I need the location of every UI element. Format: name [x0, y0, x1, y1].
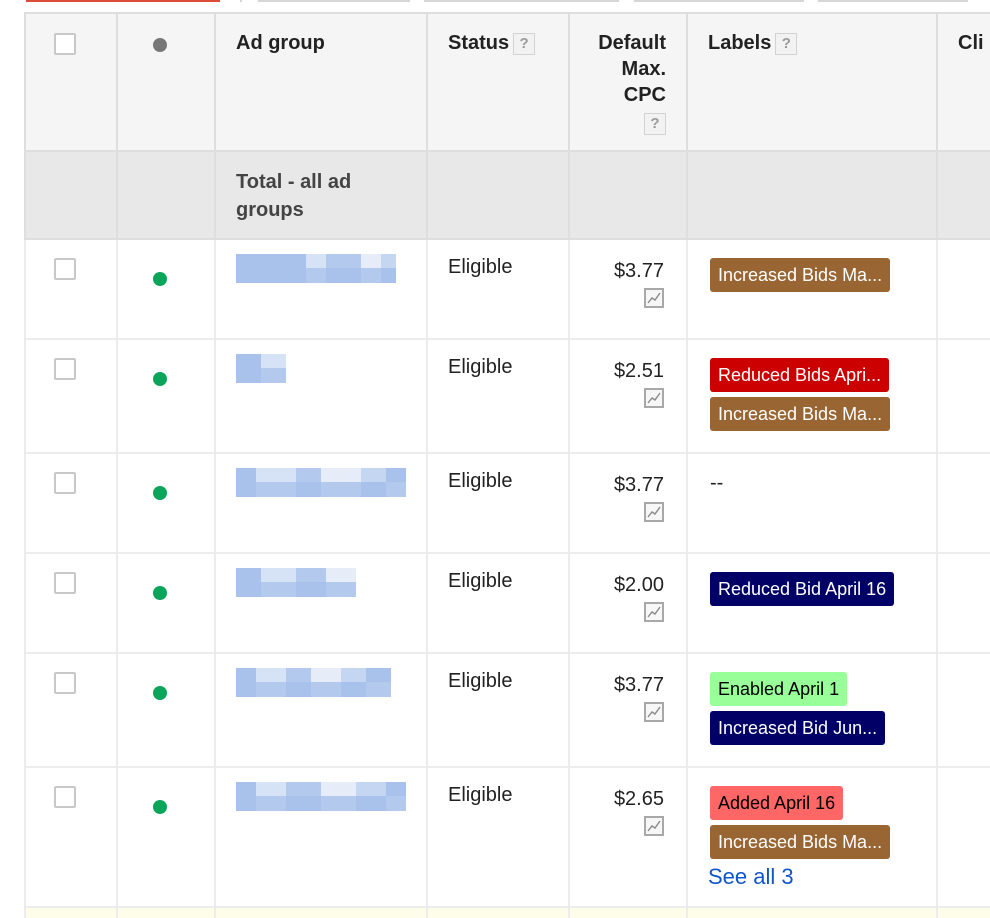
column-header-clicks[interactable]: Cli	[938, 14, 990, 56]
label-chip[interactable]: Increased Bid Jun...	[710, 711, 886, 745]
ad-group-name-link[interactable]	[236, 468, 426, 552]
row-checkbox[interactable]	[54, 786, 76, 808]
table-row[interactable]: Eligible $2.65 Added April 16 Increased B…	[24, 766, 990, 908]
label-chip[interactable]: Reduced Bid April 16	[710, 572, 895, 606]
status-value: Eligible	[448, 570, 513, 592]
enabled-status-dot-icon[interactable]	[153, 686, 167, 700]
row-checkbox[interactable]	[54, 572, 76, 594]
ad-group-name-link[interactable]	[236, 568, 426, 652]
label-chip[interactable]: Increased Bids Ma...	[710, 258, 891, 292]
status-value: Eligible	[448, 256, 513, 278]
status-value: Eligible	[448, 670, 513, 692]
total-clicks: 2	[938, 152, 990, 191]
labels-cell: --	[688, 454, 936, 507]
bid-trend-chart-icon[interactable]	[644, 602, 664, 622]
footer-row	[24, 906, 990, 918]
status-value: Eligible	[448, 470, 513, 492]
enabled-status-dot-icon[interactable]	[153, 272, 167, 286]
header-clicks[interactable]: Cli	[936, 12, 990, 152]
help-icon[interactable]: ?	[513, 32, 536, 55]
labels-cell: Reduced Bid April 16	[688, 554, 936, 623]
cpc-value[interactable]: $3.77	[614, 474, 664, 496]
table-row[interactable]: Eligible $3.77 Enabled April 1 Increased …	[24, 652, 990, 768]
cpc-value[interactable]: $2.65	[614, 788, 664, 810]
tab[interactable]	[424, 0, 619, 2]
header-status[interactable]: Status?	[426, 12, 570, 152]
labels-cell: Added April 16 Increased Bids Ma... See al…	[688, 768, 936, 902]
tab-strip	[0, 0, 990, 3]
labels-cell: Reduced Bids Apri... Increased Bids Ma...	[688, 340, 936, 448]
status-value: Eligible	[448, 784, 513, 806]
row-checkbox[interactable]	[54, 358, 76, 380]
header-status-dot-cell	[116, 12, 216, 152]
bid-trend-chart-icon[interactable]	[644, 388, 664, 408]
bid-trend-chart-icon[interactable]	[644, 288, 664, 308]
cpc-value[interactable]: $3.77	[614, 260, 664, 282]
total-label: Total - all ad groups	[236, 171, 352, 221]
table-row[interactable]: Eligible $3.77 Increased Bids Ma...	[24, 238, 990, 340]
cpc-value[interactable]: $2.00	[614, 574, 664, 596]
tab[interactable]	[818, 0, 968, 2]
status-value: Eligible	[448, 356, 513, 378]
header-row: Ad group Status? Default Max. CPC ? Labe…	[24, 12, 990, 152]
status-filter-dot-icon[interactable]	[153, 38, 167, 52]
tab-divider	[240, 0, 242, 2]
tab-active[interactable]	[26, 0, 220, 2]
ad-group-name-link[interactable]	[236, 254, 426, 338]
column-header-ad-group[interactable]: Ad group	[216, 14, 426, 56]
label-chip[interactable]: Added April 16	[710, 786, 844, 820]
total-row: Total - all ad groups 2	[24, 150, 990, 240]
row-checkbox[interactable]	[54, 672, 76, 694]
enabled-status-dot-icon[interactable]	[153, 486, 167, 500]
column-header-default-max-cpc[interactable]: Default Max. CPC	[598, 32, 666, 106]
bid-trend-chart-icon[interactable]	[644, 816, 664, 836]
cpc-value[interactable]: $2.51	[614, 360, 664, 382]
table-row[interactable]: Eligible $2.51 Reduced Bids Apri... Incre…	[24, 338, 990, 454]
column-header-status[interactable]: Status	[448, 32, 509, 54]
header-labels[interactable]: Labels?	[686, 12, 938, 152]
cpc-value[interactable]: $3.77	[614, 674, 664, 696]
table-row[interactable]: Eligible $2.00 Reduced Bid April 16	[24, 552, 990, 654]
label-chip[interactable]: Increased Bids Ma...	[710, 825, 891, 859]
help-icon[interactable]: ?	[644, 112, 666, 135]
column-header-labels[interactable]: Labels	[708, 32, 771, 54]
header-default-max-cpc[interactable]: Default Max. CPC ?	[568, 12, 688, 152]
bid-trend-chart-icon[interactable]	[644, 702, 664, 722]
tab[interactable]	[258, 0, 410, 2]
help-icon[interactable]: ?	[775, 32, 798, 55]
table-row[interactable]: Eligible $3.77 --	[24, 452, 990, 554]
select-all-checkbox[interactable]	[54, 33, 76, 55]
header-ad-group[interactable]: Ad group	[214, 12, 428, 152]
enabled-status-dot-icon[interactable]	[153, 800, 167, 814]
enabled-status-dot-icon[interactable]	[153, 586, 167, 600]
ad-group-name-link[interactable]	[236, 354, 426, 438]
ad-group-name-link[interactable]	[236, 668, 426, 752]
label-chip[interactable]: Reduced Bids Apri...	[710, 358, 890, 392]
header-select-cell	[24, 12, 118, 152]
ad-groups-table: Ad group Status? Default Max. CPC ? Labe…	[24, 12, 990, 918]
enabled-status-dot-icon[interactable]	[153, 372, 167, 386]
row-checkbox[interactable]	[54, 258, 76, 280]
no-labels: --	[710, 472, 724, 494]
row-checkbox[interactable]	[54, 472, 76, 494]
label-chip[interactable]: Increased Bids Ma...	[710, 397, 891, 431]
see-all-labels-link[interactable]: See all 3	[708, 864, 794, 890]
label-chip[interactable]: Enabled April 1	[710, 672, 848, 706]
labels-cell: Enabled April 1 Increased Bid Jun...	[688, 654, 936, 762]
tab[interactable]	[634, 0, 804, 2]
labels-cell: Increased Bids Ma...	[688, 240, 936, 309]
bid-trend-chart-icon[interactable]	[644, 502, 664, 522]
ad-group-name-link[interactable]	[236, 782, 426, 866]
